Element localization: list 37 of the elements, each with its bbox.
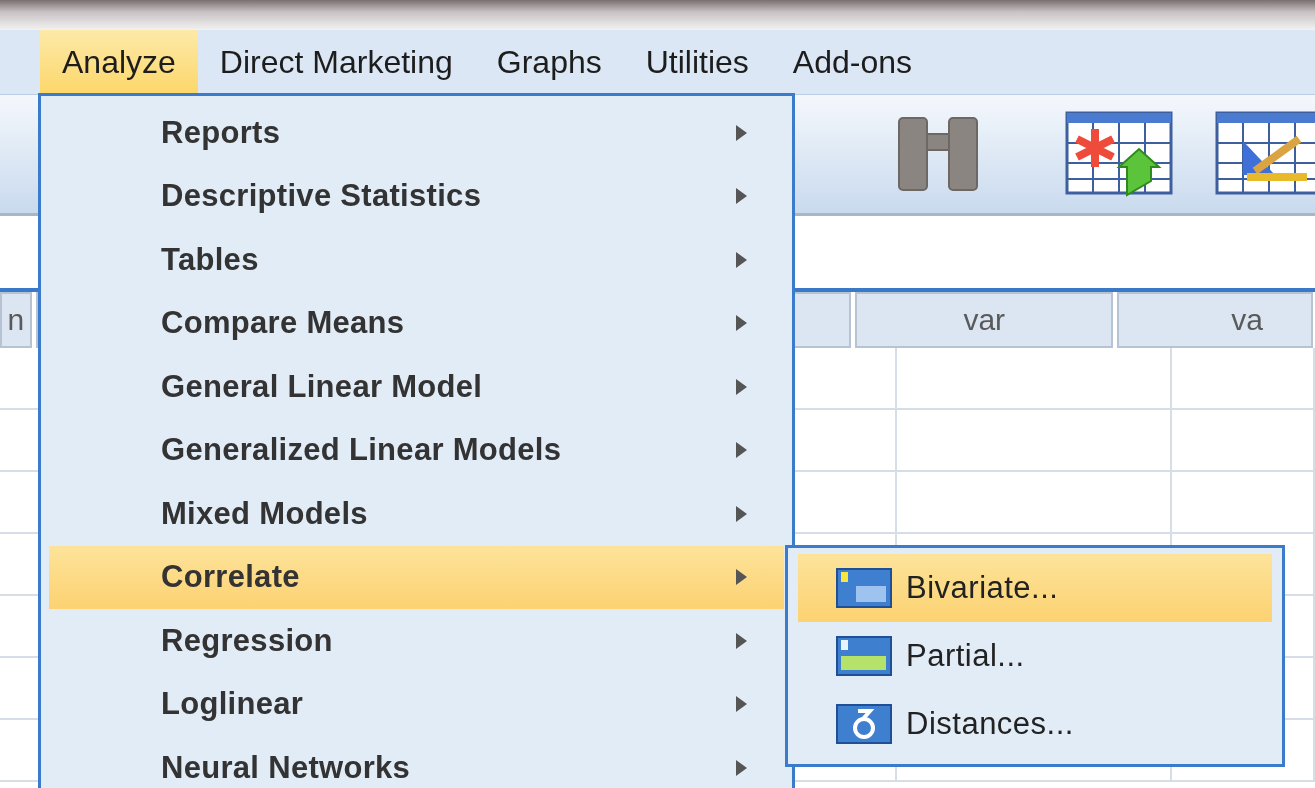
menu-item[interactable]: Loglinear bbox=[49, 672, 784, 736]
submenu-item[interactable]: Bivariate... bbox=[798, 554, 1272, 622]
submenu-arrow-icon bbox=[735, 441, 748, 460]
submenu-arrow-icon bbox=[735, 695, 748, 714]
menu-bar-item[interactable]: Analyze bbox=[40, 30, 198, 94]
submenu-arrow-icon bbox=[735, 123, 748, 142]
column-header: n bbox=[0, 292, 32, 348]
submenu-item[interactable]: Partial... bbox=[798, 622, 1272, 690]
menu-item[interactable]: Regression bbox=[49, 609, 784, 673]
menu-bar-item[interactable]: Direct Marketing bbox=[197, 30, 475, 94]
menu-item[interactable]: Compare Means bbox=[49, 291, 784, 355]
column-header: var bbox=[855, 292, 1114, 348]
menu-item[interactable]: Generalized Linear Models bbox=[49, 418, 784, 482]
submenu-arrow-icon bbox=[735, 504, 748, 523]
correlation-icon bbox=[836, 704, 892, 744]
correlation-icon bbox=[836, 568, 892, 608]
submenu-arrow-icon bbox=[735, 250, 748, 269]
submenu-arrow-icon bbox=[735, 314, 748, 333]
menu-item[interactable]: Neural Networks bbox=[49, 736, 784, 788]
menu-bar-item[interactable]: Graphs bbox=[474, 30, 624, 94]
menu-bar-item[interactable]: Utilities bbox=[623, 30, 771, 94]
menu-item[interactable]: Descriptive Statistics bbox=[49, 164, 784, 228]
submenu-arrow-icon bbox=[735, 568, 748, 587]
menu-item[interactable]: Mixed Models bbox=[49, 482, 784, 546]
table-pencil-icon[interactable] bbox=[1215, 111, 1315, 197]
menu-item[interactable]: Tables bbox=[49, 228, 784, 292]
submenu-arrow-icon bbox=[735, 377, 748, 396]
submenu-arrow-icon bbox=[735, 758, 748, 777]
menu-item[interactable]: Correlate bbox=[49, 545, 784, 609]
submenu-arrow-icon bbox=[735, 631, 748, 650]
menu-bar-item[interactable]: Add-ons bbox=[770, 30, 935, 94]
menu-item[interactable]: Reports bbox=[49, 101, 784, 165]
column-header: va bbox=[1117, 292, 1313, 348]
correlation-icon bbox=[836, 636, 892, 676]
submenu-item[interactable]: Distances... bbox=[798, 690, 1272, 758]
submenu-arrow-icon bbox=[735, 187, 748, 206]
menu-item[interactable]: General Linear Model bbox=[49, 355, 784, 419]
